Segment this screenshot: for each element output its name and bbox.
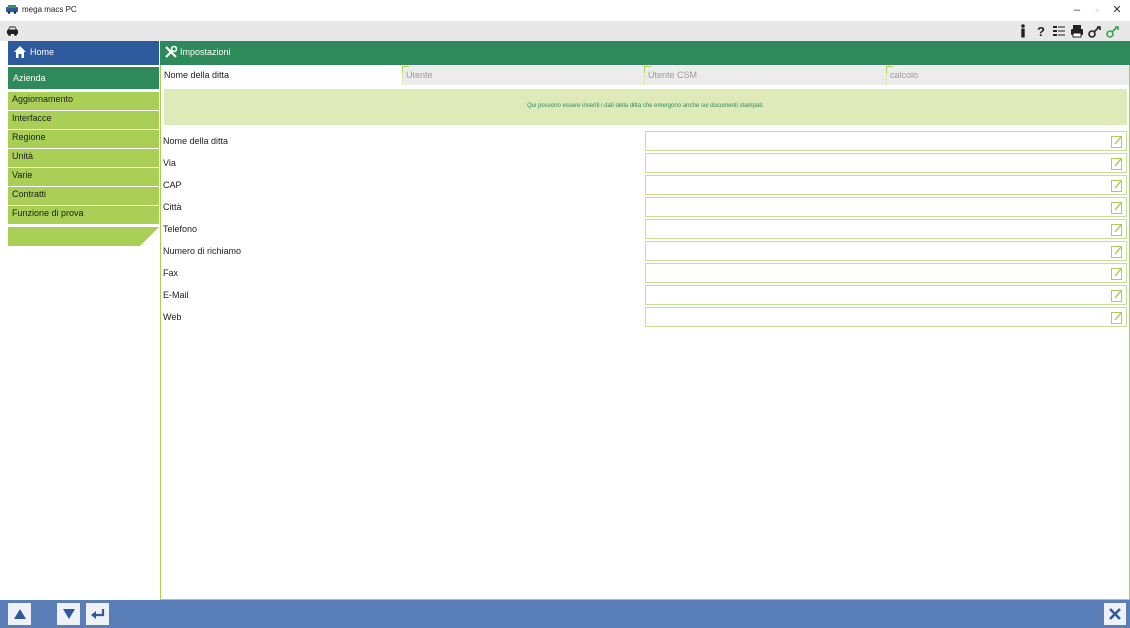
telefono-input[interactable]: [649, 222, 1099, 236]
bottom-toolbar: [0, 600, 1130, 628]
nav-item-contratti[interactable]: Contratti: [8, 187, 159, 206]
remote-key-icon[interactable]: [1087, 23, 1103, 39]
email-field[interactable]: [645, 285, 1127, 305]
app-logo-icon: [6, 5, 18, 14]
via-field[interactable]: [645, 153, 1127, 173]
field-label: Città: [163, 202, 182, 212]
page-header: Impostazioni: [160, 41, 1130, 65]
field-label: Nome della ditta: [163, 136, 229, 146]
help-icon[interactable]: ?: [1033, 23, 1049, 39]
person-info-icon[interactable]: [1015, 23, 1031, 39]
form-row-web: Web: [161, 307, 1129, 327]
nav-list: Aggiornamento Interfacce Regione Unità V…: [8, 92, 159, 225]
cap-field[interactable]: [645, 175, 1127, 195]
field-label: Numero di richiamo: [163, 246, 242, 256]
tab-bar: Nome della ditta Utente Utente CSM calco…: [161, 65, 1129, 85]
nav-section-azienda[interactable]: Azienda: [8, 67, 159, 89]
nav-item-varie[interactable]: Varie: [8, 168, 159, 187]
car-icon[interactable]: [6, 25, 19, 36]
nav-section-label: Azienda: [13, 73, 46, 83]
nav-home-label: Home: [30, 47, 55, 57]
edit-icon[interactable]: [1111, 311, 1123, 324]
nav-item-interfacce[interactable]: Interfacce: [8, 111, 159, 130]
field-label: Web: [163, 312, 182, 322]
top-toolbar: ?: [0, 21, 1130, 41]
citta-input[interactable]: [649, 200, 1099, 214]
nav-item-funzione-di-prova[interactable]: Funzione di prova: [8, 206, 159, 225]
email-input[interactable]: [649, 288, 1099, 302]
window-title: mega macs PC: [22, 5, 77, 14]
form-row-telefono: Telefono: [161, 219, 1129, 239]
remote-key-active-icon[interactable]: [1105, 23, 1121, 39]
nav-item-unita[interactable]: Unità: [8, 149, 159, 168]
nav-item-aggiornamento[interactable]: Aggiornamento: [8, 92, 159, 111]
via-input[interactable]: [649, 156, 1099, 170]
edit-icon[interactable]: [1111, 201, 1123, 214]
close-button[interactable]: [1104, 603, 1126, 625]
web-field[interactable]: [645, 307, 1127, 327]
edit-icon[interactable]: [1111, 179, 1123, 192]
nav-item-regione[interactable]: Regione: [8, 130, 159, 149]
tools-icon: [165, 45, 178, 58]
cap-input[interactable]: [649, 178, 1099, 192]
edit-icon[interactable]: [1111, 157, 1123, 170]
info-text: Qui possono essere inseriti i dati della…: [527, 103, 764, 109]
close-window-button[interactable]: ✕: [1108, 3, 1126, 17]
tab-nome-della-ditta[interactable]: Nome della ditta: [161, 66, 402, 85]
edit-icon[interactable]: [1111, 267, 1123, 280]
tab-calcolo[interactable]: calcolo: [886, 66, 1129, 85]
web-input[interactable]: [649, 310, 1099, 324]
nome-della-ditta-field[interactable]: [645, 131, 1127, 151]
numero-di-richiamo-input[interactable]: [649, 244, 1099, 258]
arrow-down-icon: [62, 609, 75, 619]
scroll-up-button[interactable]: [8, 603, 31, 625]
edit-icon[interactable]: [1111, 245, 1123, 258]
citta-field[interactable]: [645, 197, 1127, 217]
tab-utente[interactable]: Utente: [402, 66, 644, 85]
enter-icon: [90, 609, 104, 619]
form-row-fax: Fax: [161, 263, 1129, 283]
nome-della-ditta-input[interactable]: [649, 134, 1099, 148]
telefono-field[interactable]: [645, 219, 1127, 239]
field-label: Fax: [163, 268, 179, 278]
settings-panel: Nome della ditta Utente Utente CSM calco…: [160, 65, 1130, 600]
field-label: Telefono: [163, 224, 198, 234]
form-row-citta: Città: [161, 197, 1129, 217]
list-icon[interactable]: [1051, 23, 1067, 39]
field-label: E-Mail: [163, 290, 189, 300]
window-titlebar: mega macs PC – ▫ ✕: [0, 0, 1130, 21]
fax-field[interactable]: [645, 263, 1127, 283]
home-icon: [14, 46, 26, 58]
info-banner: Qui possono essere inseriti i dati della…: [164, 89, 1127, 125]
fax-input[interactable]: [649, 266, 1099, 280]
arrow-up-icon: [13, 609, 26, 619]
edit-icon[interactable]: [1111, 223, 1123, 236]
form-row-numero-di-richiamo: Numero di richiamo: [161, 241, 1129, 261]
scroll-down-button[interactable]: [57, 603, 80, 625]
edit-icon[interactable]: [1111, 289, 1123, 302]
enter-button[interactable]: [86, 603, 109, 625]
numero-di-richiamo-field[interactable]: [645, 241, 1127, 261]
minimize-button[interactable]: –: [1068, 3, 1086, 17]
field-label: Via: [163, 158, 176, 168]
page-title: Impostazioni: [180, 47, 231, 57]
svg-text:?: ?: [1037, 24, 1045, 39]
field-label: CAP: [163, 180, 182, 190]
edit-icon[interactable]: [1111, 135, 1123, 148]
form-row-cap: CAP: [161, 175, 1129, 195]
nav-list-tail: [8, 227, 159, 246]
tab-utente-csm[interactable]: Utente CSM: [644, 66, 886, 85]
nav-home-button[interactable]: Home: [8, 41, 159, 65]
form-row-via: Via: [161, 153, 1129, 173]
form-row-email: E-Mail: [161, 285, 1129, 305]
close-icon: [1109, 608, 1121, 620]
maximize-button[interactable]: ▫: [1088, 3, 1106, 17]
form-row-nome-della-ditta: Nome della ditta: [161, 131, 1129, 151]
print-icon[interactable]: [1069, 23, 1085, 39]
